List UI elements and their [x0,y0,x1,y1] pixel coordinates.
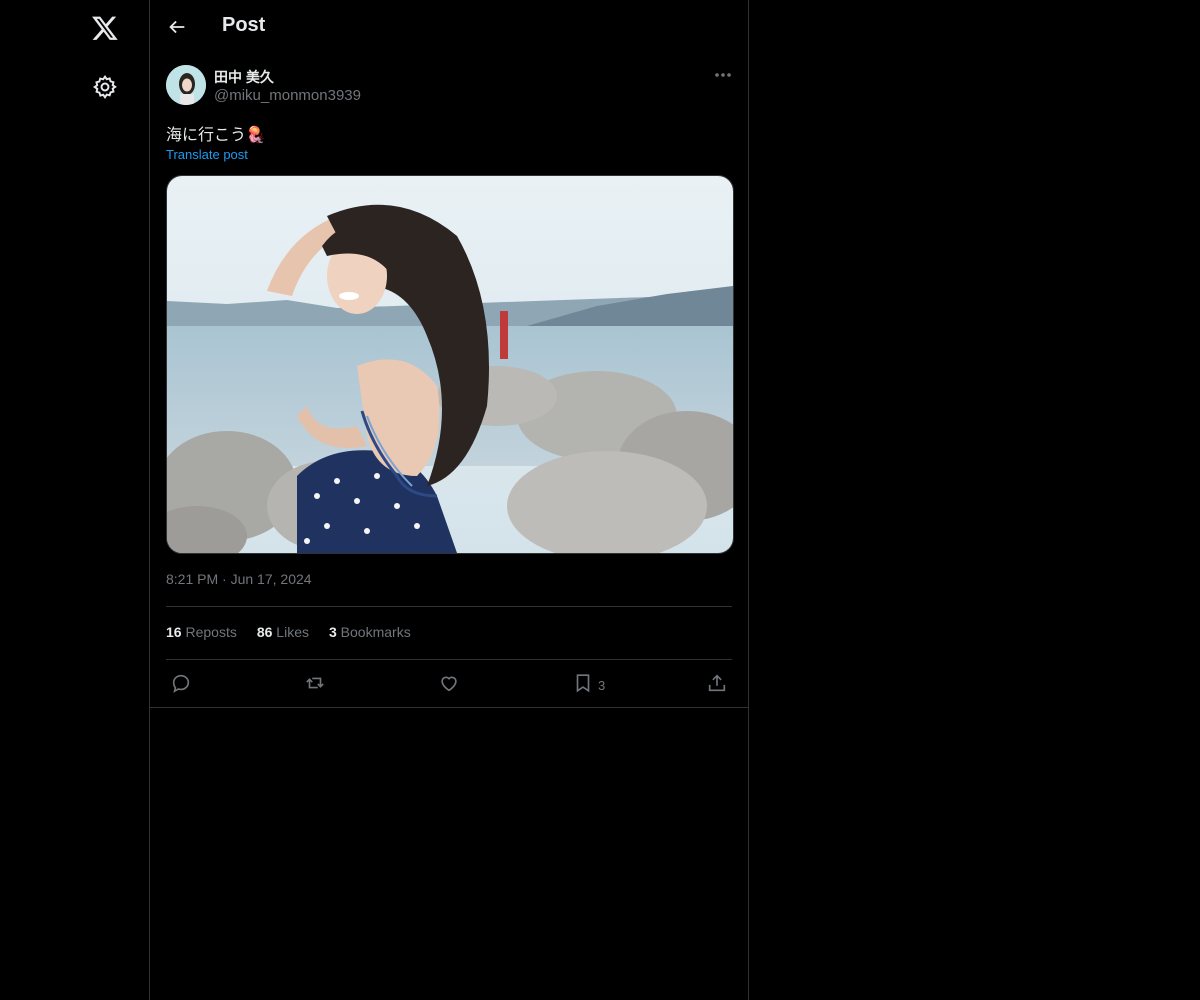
reposts-label: Reposts [185,624,237,640]
bookmarks-count: 3 [328,624,337,640]
likes-count: 86 [256,624,273,640]
more-icon[interactable] [712,68,734,82]
share-icon[interactable] [706,672,728,694]
bookmark-action-count: 3 [598,678,606,693]
bookmarks-stat[interactable]: 3 Bookmarks [329,624,411,640]
post-date: Jun 17, 2024 [230,571,312,587]
post-bottom-border [150,707,748,708]
bookmark-icon[interactable] [572,672,594,694]
reply-icon[interactable] [170,672,192,694]
post-text: 海に行こう🪼 [166,127,266,144]
bookmarks-label: Bookmarks [340,624,411,640]
gear-icon[interactable] [92,74,118,100]
post-actions: 3 [166,670,732,698]
reposts-count: 16 [166,624,182,640]
x-logo-icon[interactable] [91,14,119,42]
reposts-stat[interactable]: 16 Reposts [166,624,237,640]
like-icon[interactable] [438,672,460,694]
author-display-name[interactable]: 田中 美久 [214,67,274,87]
left-rail [0,0,149,1000]
photo-image [167,176,733,553]
likes-stat[interactable]: 86 Likes [257,624,309,640]
timestamp-separator: · [222,571,227,587]
post-column: Post 田中 美久 @miku_monmon3939 海に行こう🪼 Trans… [149,0,749,1000]
page-title: Post [222,14,266,36]
post-time: 8:21 PM [166,571,219,587]
divider [166,659,732,660]
likes-label: Likes [276,624,309,640]
post-header: Post [150,0,748,53]
back-arrow-icon[interactable] [166,16,188,38]
post-timestamp[interactable]: 8:21 PM · Jun 17, 2024 [166,571,312,587]
post-stats: 16 Reposts 86 Likes 3 Bookmarks [166,624,411,640]
divider [166,606,732,607]
post-photo[interactable] [166,175,734,554]
avatar[interactable] [166,65,206,105]
author-handle[interactable]: @miku_monmon3939 [214,87,361,104]
translate-post-link[interactable]: Translate post [166,147,248,162]
repost-icon[interactable] [304,672,326,694]
